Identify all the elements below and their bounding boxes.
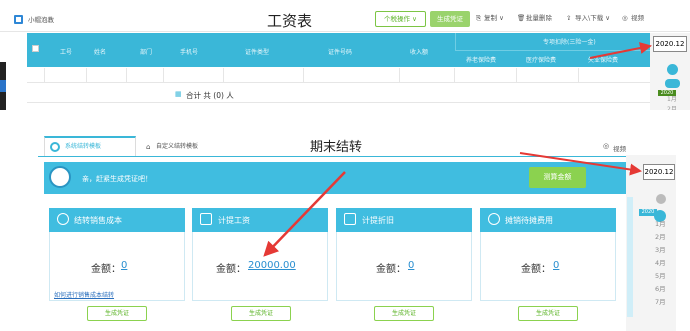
annotation-arrows — [263, 42, 652, 257]
arrow-to-bottom-date — [519, 152, 642, 176]
arrow-to-top-date — [589, 42, 652, 59]
arrow-to-salary-amount — [263, 171, 346, 257]
